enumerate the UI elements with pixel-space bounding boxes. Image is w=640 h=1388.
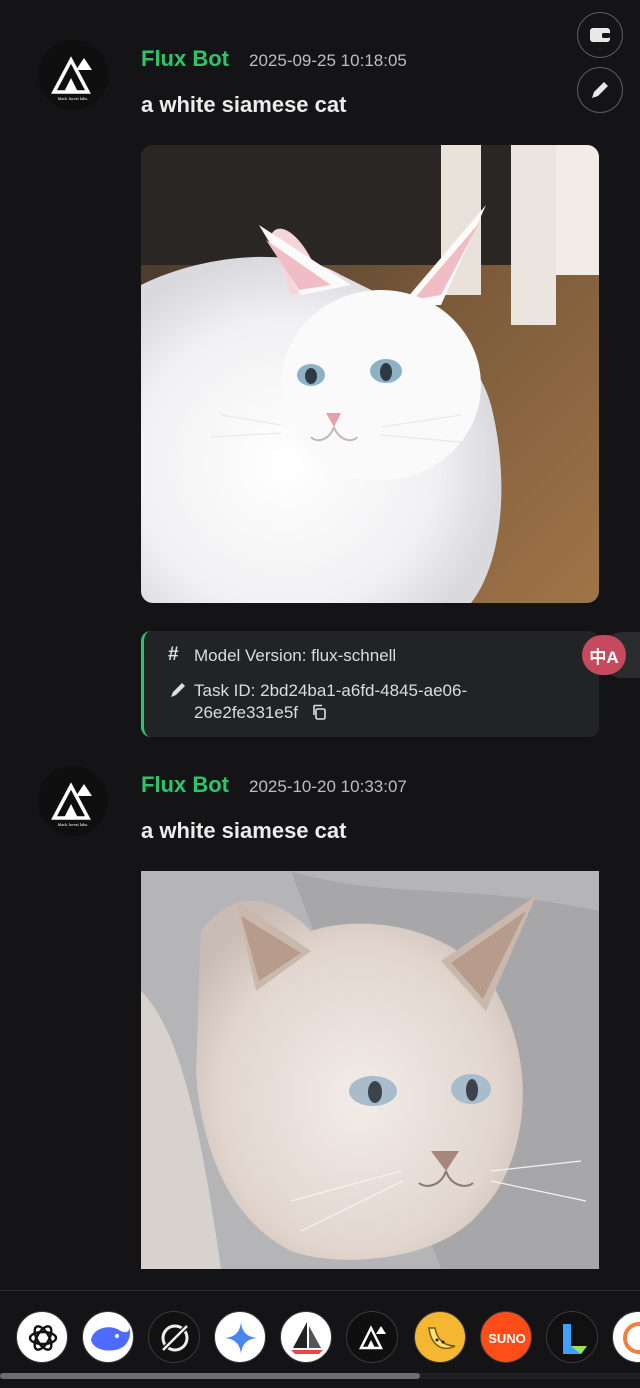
hash-icon: # xyxy=(168,644,179,665)
prompt-text: a white siamese cat xyxy=(141,818,347,843)
pencil-icon xyxy=(592,82,608,98)
bfl-logo-icon: black forest labs. xyxy=(38,40,108,110)
avatar-wordmark: black forest labs. xyxy=(58,822,89,827)
model-midjourney[interactable] xyxy=(280,1311,332,1363)
scrollbar-thumb[interactable] xyxy=(0,1373,420,1379)
bot-name: Flux Bot xyxy=(141,772,229,797)
model-gemini[interactable] xyxy=(214,1311,266,1363)
model-version-row: # Model Version: flux-schnell xyxy=(168,645,396,667)
task-id-part2: 26e2fe331e5f xyxy=(194,703,298,722)
message-timestamp: 2025-09-25 10:18:05 xyxy=(249,51,407,70)
kling-icon xyxy=(563,1324,587,1354)
model-kling[interactable] xyxy=(546,1311,598,1363)
message-header: Flux Bot 2025-09-25 10:18:05 xyxy=(141,46,407,76)
bot-avatar[interactable]: black forest labs. xyxy=(38,40,108,110)
bot-name: Flux Bot xyxy=(141,46,229,71)
wallet-button[interactable] xyxy=(577,12,623,58)
svg-text:SUNO: SUNO xyxy=(488,1331,526,1346)
gemini-sparkle-icon xyxy=(225,1322,257,1354)
grok-icon xyxy=(159,1322,191,1354)
generation-info: # Model Version: flux-schnell Task ID: 2… xyxy=(141,631,599,737)
message-header: Flux Bot 2025-10-20 10:33:07 xyxy=(141,772,407,802)
wallet-icon xyxy=(590,28,610,42)
generated-image[interactable] xyxy=(141,871,599,1269)
suno-icon: SUNO xyxy=(488,1331,526,1346)
model-grok[interactable] xyxy=(148,1311,200,1363)
model-partial[interactable] xyxy=(612,1311,640,1363)
model-flux[interactable] xyxy=(346,1311,398,1363)
task-id-part1: Task ID: 2bd24ba1-a6fd-4845-ae06- xyxy=(194,681,468,700)
banana-icon xyxy=(428,1327,456,1349)
avatar-wordmark: black forest labs. xyxy=(58,96,89,101)
task-id-row: Task ID: 2bd24ba1-a6fd-4845-ae06- 26e2fe… xyxy=(168,680,528,724)
model-openai[interactable] xyxy=(16,1311,68,1363)
edit-button[interactable] xyxy=(577,67,623,113)
copy-icon[interactable] xyxy=(311,704,327,720)
openai-icon xyxy=(28,1325,58,1351)
whale-icon xyxy=(91,1327,131,1351)
translate-button[interactable]: 中A xyxy=(582,635,626,675)
chat-feed[interactable]: black forest labs. Flux Bot 2025-09-25 1… xyxy=(0,0,640,1290)
bot-avatar[interactable]: black forest labs. xyxy=(38,766,108,836)
pencil-icon xyxy=(171,683,185,697)
partial-icon xyxy=(623,1322,640,1354)
prompt-text: a white siamese cat xyxy=(141,92,347,117)
model-suno[interactable]: SUNO xyxy=(480,1311,532,1363)
message-timestamp: 2025-10-20 10:33:07 xyxy=(249,777,407,796)
translate-icon: 中A xyxy=(589,647,619,667)
model-banana[interactable] xyxy=(414,1311,466,1363)
sailboat-icon xyxy=(291,1322,323,1354)
bfl-logo-icon: black forest labs. xyxy=(38,766,108,836)
generated-image[interactable] xyxy=(141,145,599,603)
bfl-icon xyxy=(358,1325,386,1350)
model-deepseek[interactable] xyxy=(82,1311,134,1363)
model-version: Model Version: flux-schnell xyxy=(194,646,397,665)
